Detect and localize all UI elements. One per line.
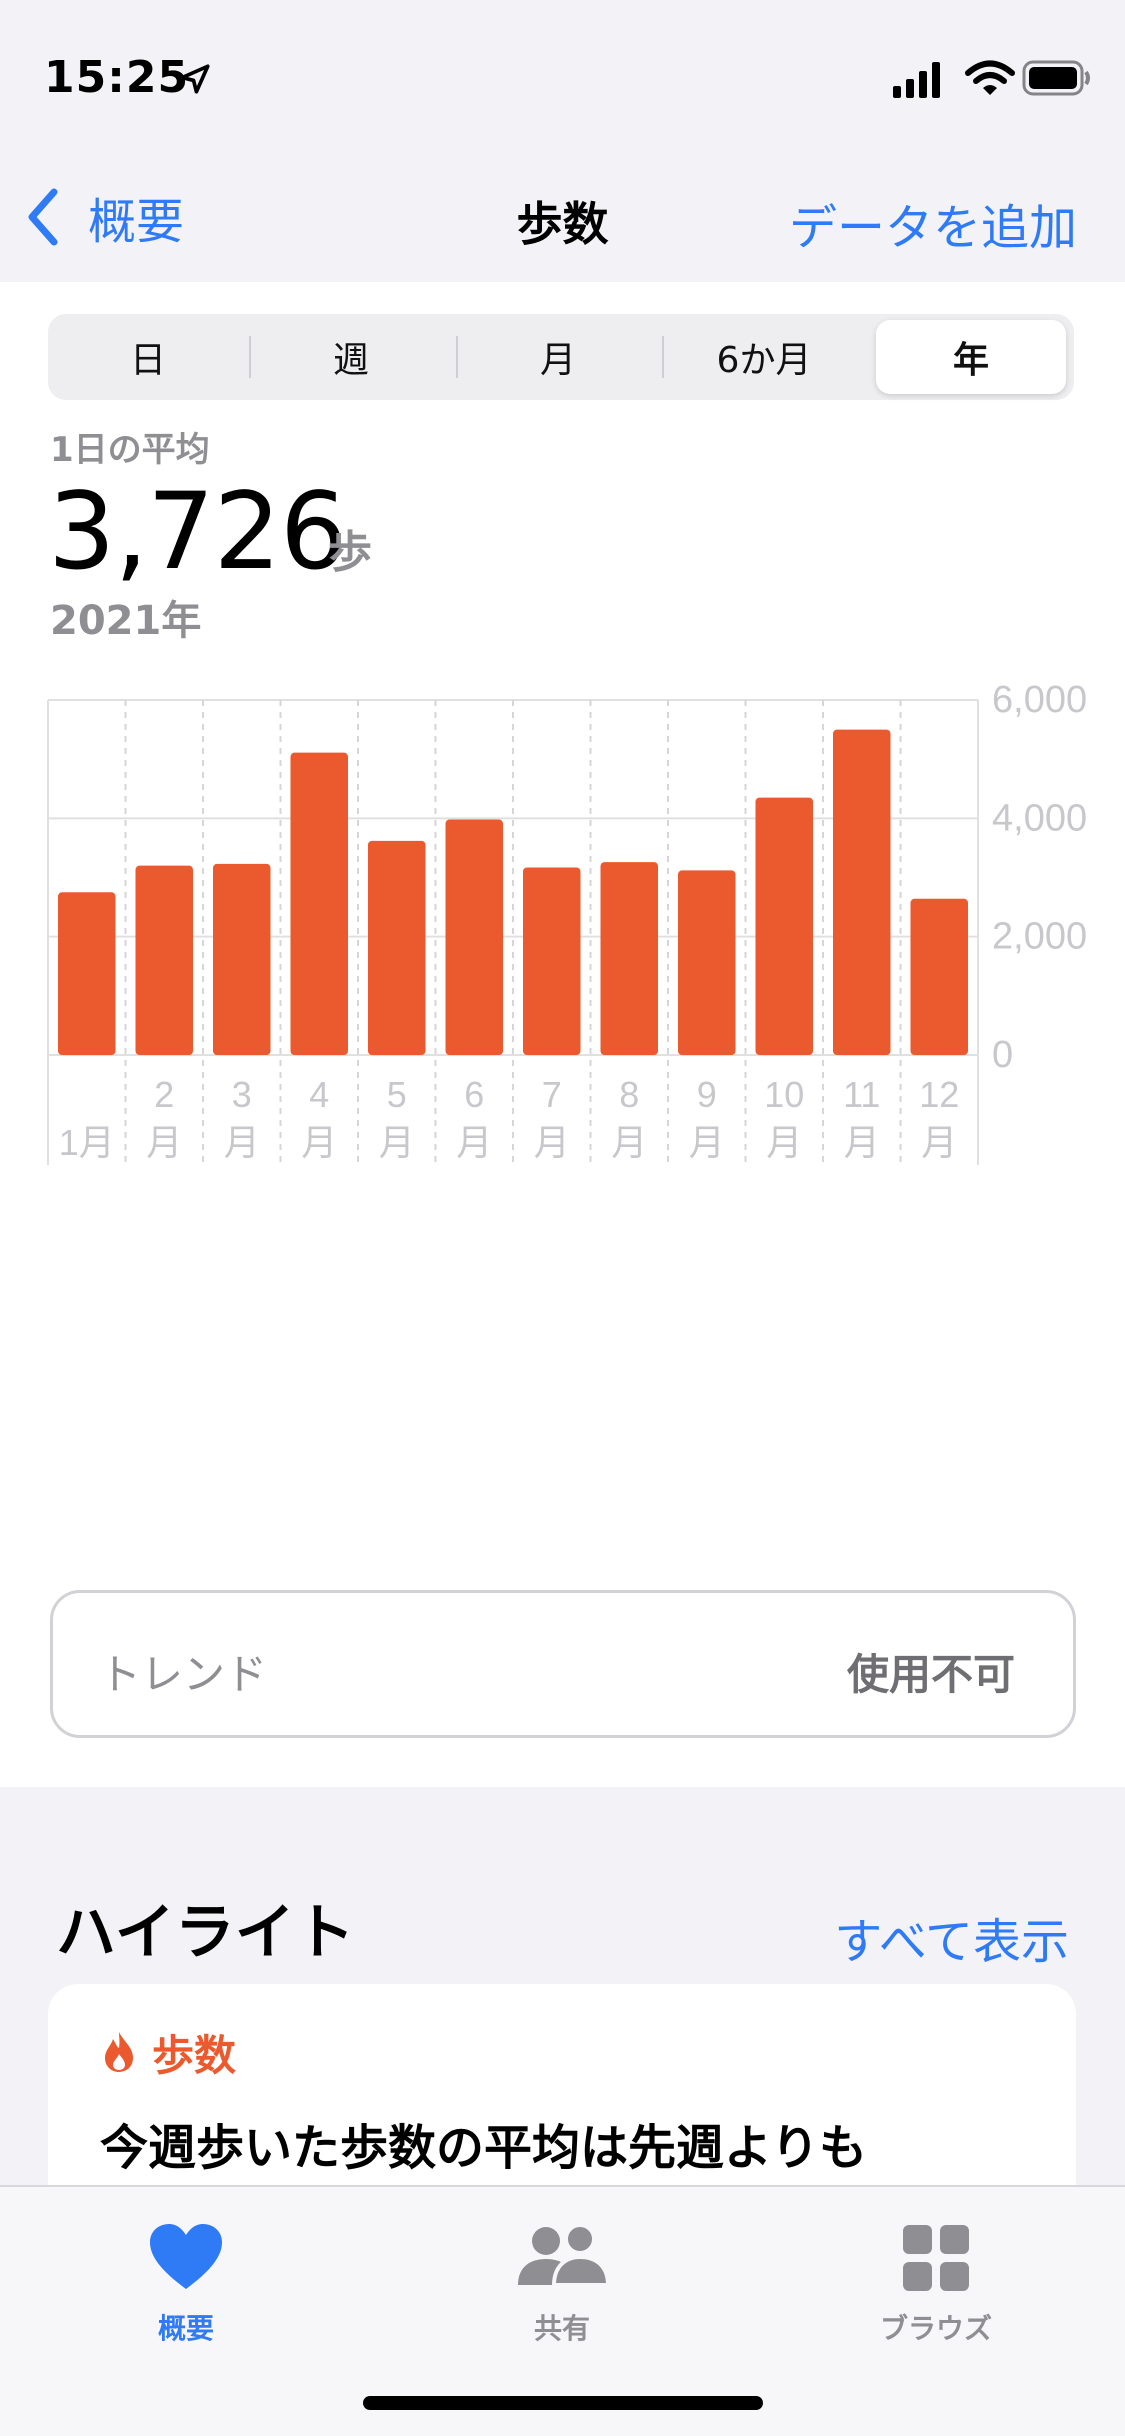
highlights-title: ハイライト (56, 1898, 355, 1968)
x-tick-label-number: 10 (764, 1074, 804, 1115)
x-tick-label-month: 月 (146, 1122, 182, 1163)
bar-6月 (445, 819, 503, 1055)
segment-day[interactable]: 日 (48, 314, 248, 400)
steps-card: 日 週 月 6か月 年 1日の平均 3,726 歩 2021年 0 2,000 4,… (0, 282, 1125, 1787)
x-tick-label-number: 6 (464, 1074, 484, 1115)
navigation-bar: 概要 歩数 データを追加 (0, 150, 1125, 282)
segment-year[interactable]: 年 (876, 320, 1066, 394)
x-tick-label-number: 4 (309, 1074, 329, 1115)
people-icon (518, 2223, 611, 2287)
segment-month[interactable]: 月 (458, 314, 658, 400)
x-tick-label-number: 12 (919, 1074, 959, 1115)
show-all-link[interactable]: すべて表示 (834, 1902, 1069, 1972)
bar-10月 (755, 797, 813, 1055)
bar-4月 (290, 752, 348, 1055)
x-tick-label-number: 3 (232, 1074, 252, 1115)
steps-bar-chart[interactable]: 0 2,000 4,000 6,000 1月 2 月 3 月 4 月 5 月 6 月 7 月 8 月 9 月 10 月 11 月… (0, 657, 1125, 1297)
segment-week[interactable]: 週 (251, 314, 451, 400)
x-tick-label-month: 月 (379, 1122, 415, 1163)
battery-icon (1022, 60, 1090, 96)
tab-browse[interactable]: ブラウズ (836, 2217, 1036, 2347)
tab-sharing[interactable]: 共有 (462, 2217, 662, 2347)
highlight-text: 今週歩いた歩数の平均は先週よりも (100, 2120, 868, 2176)
wifi-icon (965, 60, 1015, 95)
bar-11月 (833, 729, 891, 1055)
average-unit: 歩 (328, 527, 372, 578)
x-tick-label-number: 7 (542, 1074, 562, 1115)
average-period: 2021年 (50, 598, 202, 644)
y-tick-label: 2,000 (992, 916, 1087, 958)
y-tick-label: 4,000 (992, 797, 1087, 839)
x-tick-label-number: 2 (154, 1074, 174, 1115)
bar-1月 (58, 892, 116, 1055)
x-tick-label-number: 11 (843, 1074, 880, 1115)
x-tick-label-month: 月 (534, 1122, 570, 1163)
x-tick-label-month: 1月 (59, 1122, 115, 1163)
y-tick-label: 6,000 (992, 679, 1087, 721)
status-time: 15:25 (44, 52, 190, 103)
x-tick-label-month: 月 (456, 1122, 492, 1163)
trend-row[interactable]: トレンド 使用不可 (50, 1590, 1076, 1738)
grid-icon (903, 2225, 969, 2291)
x-tick-label-month: 月 (689, 1122, 725, 1163)
bar-12月 (910, 898, 968, 1055)
tab-browse-label: ブラウズ (879, 2312, 992, 2345)
status-bar: 15:25 (0, 0, 1125, 150)
period-segmented-control: 日 週 月 6か月 年 (48, 314, 1074, 400)
bar-8月 (600, 862, 658, 1055)
x-tick-label-number: 8 (619, 1074, 639, 1115)
add-data-button[interactable]: データを追加 (789, 188, 1077, 258)
average-value: 3,726 (48, 470, 347, 593)
x-tick-label-month: 月 (301, 1122, 337, 1163)
cellular-signal-icon (893, 62, 940, 98)
location-arrow-icon (180, 64, 210, 94)
heart-icon (150, 2224, 222, 2289)
highlight-category: 歩数 (152, 2031, 237, 2080)
x-tick-label-month: 月 (921, 1122, 957, 1163)
x-tick-label-month: 月 (224, 1122, 260, 1163)
bar-5月 (368, 840, 426, 1055)
trend-label: トレンド (99, 1650, 268, 1699)
bar-7月 (523, 867, 581, 1055)
tab-summary[interactable]: 概要 (86, 2217, 286, 2347)
average-label: 1日の平均 (50, 430, 210, 470)
x-tick-label-number: 5 (387, 1074, 407, 1115)
x-tick-label-month: 月 (611, 1122, 647, 1163)
bar-2月 (135, 865, 193, 1055)
tab-summary-label: 概要 (157, 2312, 214, 2345)
y-tick-label: 0 (992, 1034, 1013, 1076)
bar-3月 (213, 863, 271, 1055)
home-indicator[interactable] (363, 2396, 763, 2410)
segment-6months[interactable]: 6か月 (664, 314, 864, 400)
trend-value: 使用不可 (846, 1650, 1015, 1699)
bar-9月 (678, 870, 736, 1055)
x-tick-label-number: 9 (697, 1074, 717, 1115)
flame-icon (105, 2032, 133, 2072)
x-tick-label-month: 月 (844, 1122, 880, 1163)
tab-sharing-label: 共有 (533, 2312, 590, 2345)
x-tick-label-month: 月 (766, 1122, 802, 1163)
